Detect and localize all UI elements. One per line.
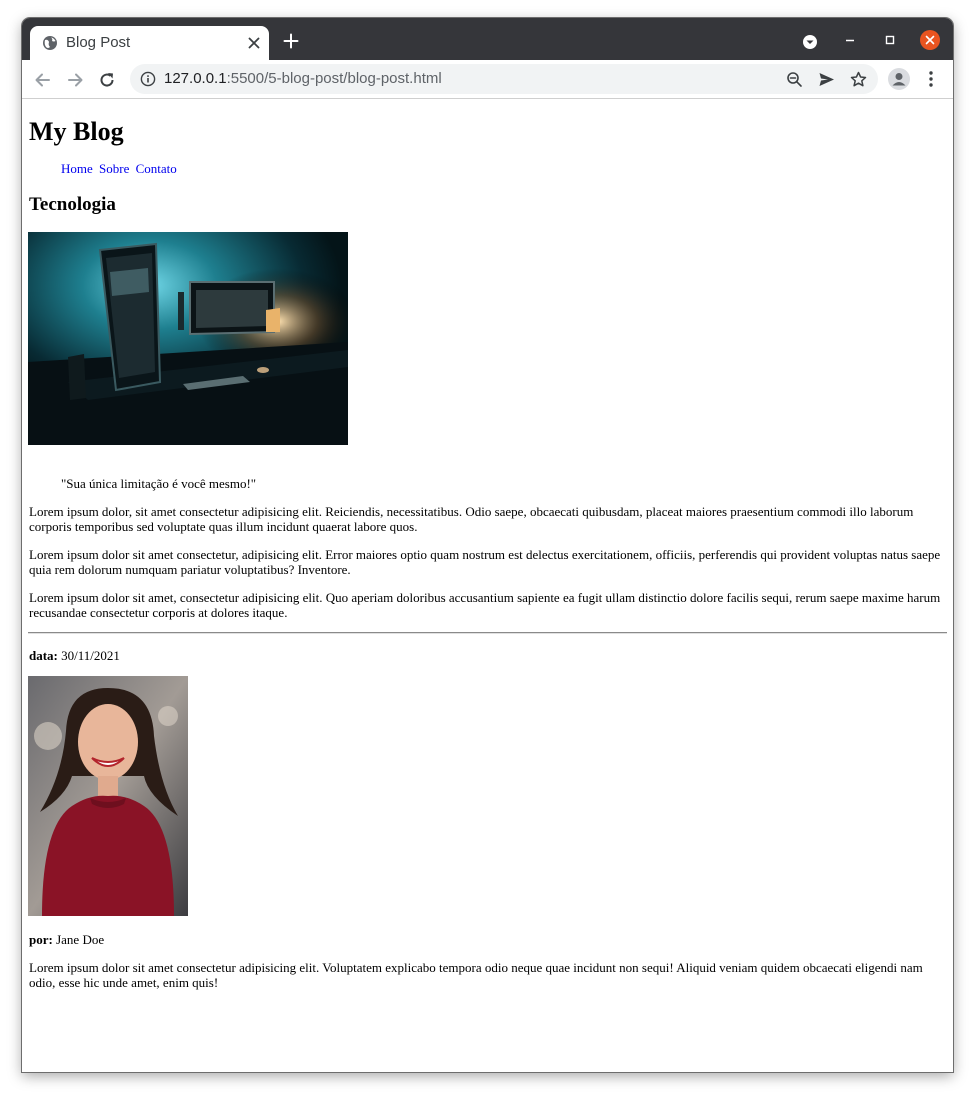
forward-arrow-icon[interactable] bbox=[66, 71, 84, 89]
browser-window: Blog Post 127.0.0.1:5500/5-blog-post/blo… bbox=[22, 18, 953, 1072]
nav-link-contato[interactable]: Contato bbox=[136, 161, 177, 176]
globe-icon bbox=[43, 36, 57, 50]
send-icon[interactable] bbox=[818, 71, 835, 88]
page-content: My Blog Home Sobre Contato Tecnologia "S… bbox=[22, 99, 953, 1072]
profile-avatar[interactable] bbox=[888, 68, 910, 90]
author-photo bbox=[28, 676, 188, 916]
author-bio: Lorem ipsum dolor sit amet consectetur a… bbox=[29, 960, 923, 990]
new-tab-icon[interactable] bbox=[283, 33, 299, 49]
post-date: data: 30/11/2021 bbox=[29, 648, 120, 664]
person-icon bbox=[892, 73, 906, 86]
nav-link-home[interactable]: Home bbox=[61, 161, 93, 176]
tab-strip: Blog Post bbox=[22, 18, 953, 60]
quote: "Sua única limitação é você mesmo!" bbox=[61, 476, 257, 491]
tab-blog-post[interactable]: Blog Post bbox=[30, 26, 269, 60]
hero-image-desk-setup bbox=[28, 232, 348, 445]
bookmark-star-icon[interactable] bbox=[850, 71, 867, 88]
author-label: por: bbox=[29, 932, 53, 947]
date-value: 30/11/2021 bbox=[61, 648, 120, 663]
horizontal-rule bbox=[28, 632, 947, 634]
maximize-icon[interactable] bbox=[880, 30, 900, 50]
nav-link-sobre[interactable]: Sobre bbox=[99, 161, 129, 176]
tab-title: Blog Post bbox=[66, 34, 131, 51]
menu-dots-icon[interactable] bbox=[924, 70, 938, 88]
author-name: Jane Doe bbox=[56, 932, 105, 947]
category-heading: Tecnologia bbox=[29, 194, 116, 215]
paragraph-3: Lorem ipsum dolor sit amet, consectetur … bbox=[29, 590, 941, 620]
url-path: :5500/5-blog-post/blog-post.html bbox=[226, 70, 442, 87]
paragraph-2: Lorem ipsum dolor sit amet consectetur, … bbox=[29, 547, 941, 577]
tab-search-icon[interactable] bbox=[802, 34, 818, 50]
url-text[interactable]: 127.0.0.1:5500/5-blog-post/blog-post.htm… bbox=[164, 69, 442, 89]
site-nav: Home Sobre Contato bbox=[61, 161, 180, 177]
url-host: 127.0.0.1 bbox=[164, 70, 227, 87]
toolbar: 127.0.0.1:5500/5-blog-post/blog-post.htm… bbox=[22, 60, 953, 99]
zoom-out-icon[interactable] bbox=[786, 71, 803, 88]
reload-icon[interactable] bbox=[98, 71, 116, 89]
site-title: My Blog bbox=[29, 117, 124, 146]
paragraph-1: Lorem ipsum dolor, sit amet consectetur … bbox=[29, 504, 914, 534]
date-label: data: bbox=[29, 648, 58, 663]
minimize-icon[interactable] bbox=[840, 30, 860, 50]
close-window-icon[interactable] bbox=[920, 30, 940, 50]
back-arrow-icon[interactable] bbox=[34, 71, 52, 89]
post-author: por: Jane Doe bbox=[29, 932, 104, 948]
close-tab-icon[interactable] bbox=[246, 35, 262, 51]
info-icon[interactable] bbox=[140, 71, 156, 87]
address-bar[interactable]: 127.0.0.1:5500/5-blog-post/blog-post.htm… bbox=[130, 64, 878, 94]
